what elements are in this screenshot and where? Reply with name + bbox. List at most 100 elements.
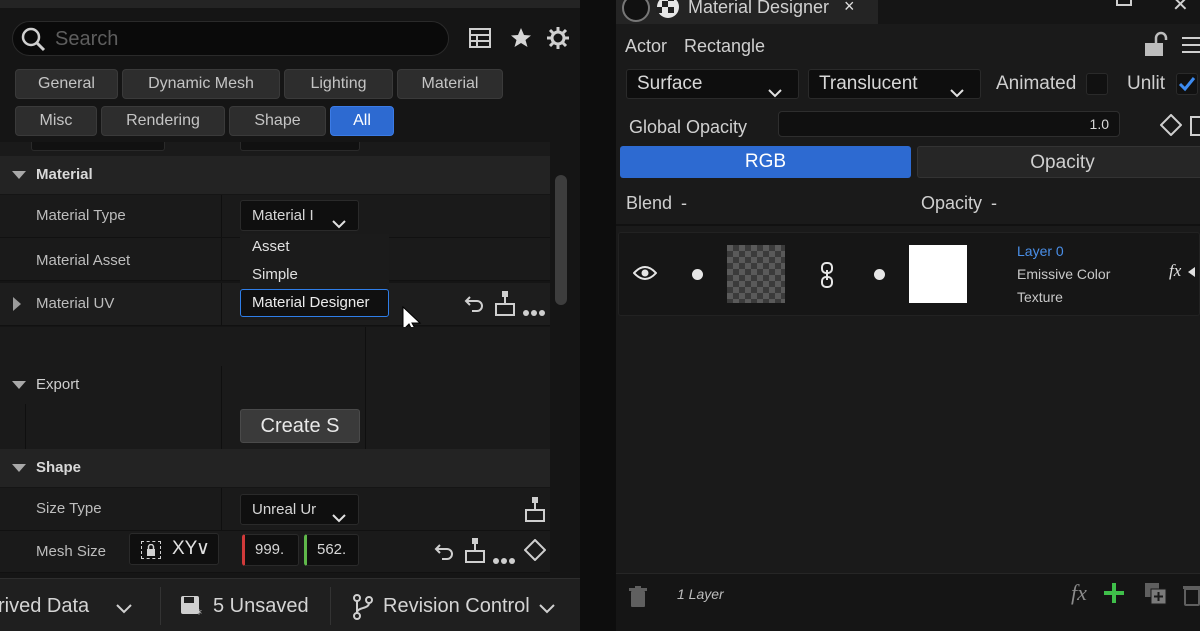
- eye-icon[interactable]: [632, 265, 658, 286]
- chevron-down-icon: [768, 79, 782, 107]
- filter-general[interactable]: General: [15, 69, 118, 99]
- pin-icon[interactable]: [1190, 116, 1200, 136]
- dot-icon[interactable]: [692, 269, 703, 280]
- branch-icon: [352, 594, 374, 625]
- actor-value: Rectangle: [684, 36, 766, 56]
- tab-opacity[interactable]: Opacity: [917, 146, 1200, 178]
- keyframe-diamond-icon[interactable]: [523, 538, 547, 566]
- scrollbar[interactable]: [555, 175, 567, 305]
- material-type-combo[interactable]: Material I: [240, 200, 359, 231]
- global-opacity-slider[interactable]: 1.0: [778, 111, 1120, 137]
- export-section-header[interactable]: Export: [0, 366, 550, 404]
- filter-misc[interactable]: Misc: [15, 106, 97, 136]
- lock-ratio-toggle[interactable]: XY ∨: [129, 533, 219, 565]
- material-section-header[interactable]: Material: [0, 156, 550, 194]
- unlock-icon[interactable]: [1142, 31, 1168, 62]
- tab-title: Material Designer: [688, 0, 830, 17]
- scrolled-row: [0, 142, 550, 156]
- keyframe-diamond-icon[interactable]: [1159, 113, 1183, 141]
- table-icon[interactable]: [468, 26, 492, 55]
- search-box[interactable]: Search: [12, 21, 449, 56]
- chevron-down-icon: [950, 79, 964, 107]
- svg-text:*: *: [196, 607, 202, 619]
- property-label: Size Type: [36, 500, 102, 517]
- shape-section-header[interactable]: Shape: [0, 449, 550, 487]
- opacity-header-value: -: [991, 193, 997, 213]
- layer-footer: 1 Layer fx: [616, 573, 1200, 631]
- blend-header-value: -: [681, 193, 687, 213]
- more-options-icon[interactable]: [492, 552, 516, 570]
- add-effect-button[interactable]: fx: [1071, 580, 1087, 606]
- white-thumbnail[interactable]: [909, 245, 967, 303]
- reset-arrow-icon[interactable]: [434, 542, 454, 565]
- layer-name: Layer 0: [1017, 243, 1064, 259]
- filter-all[interactable]: All: [330, 106, 394, 136]
- pin-icon[interactable]: [524, 496, 546, 527]
- link-icon[interactable]: [819, 261, 835, 294]
- mesh-size-x-input[interactable]: 999.: [242, 534, 299, 566]
- expand-arrow-icon[interactable]: [13, 297, 21, 311]
- star-icon[interactable]: [509, 26, 533, 55]
- animated-label: Animated: [996, 73, 1077, 94]
- collapse-left-icon[interactable]: [1188, 267, 1195, 277]
- surface-combo[interactable]: Surface: [626, 69, 799, 99]
- dropdown-option-asset[interactable]: Asset: [252, 238, 290, 255]
- trash-icon[interactable]: [628, 586, 648, 613]
- property-label: Material UV: [36, 295, 115, 312]
- filter-shape[interactable]: Shape: [229, 106, 326, 136]
- collapse-arrow-icon: [12, 464, 26, 472]
- layer-type: Texture: [1017, 289, 1063, 305]
- tab-rgb[interactable]: RGB: [620, 146, 911, 178]
- effects-button[interactable]: fx: [1169, 261, 1181, 281]
- property-label: Material Type: [36, 207, 126, 224]
- checker-thumbnail[interactable]: [727, 245, 785, 308]
- revision-control-button[interactable]: Revision Control: [383, 595, 530, 618]
- duplicate-layer-icon[interactable]: [1144, 582, 1168, 611]
- property-label: Material Asset: [36, 252, 131, 269]
- actor-label: Actor: [625, 36, 668, 56]
- layer-row[interactable]: Layer 0 Emissive Color Texture fx: [618, 232, 1200, 316]
- filter-rendering[interactable]: Rendering: [101, 106, 225, 136]
- create-static-mesh-button[interactable]: Create S: [240, 409, 360, 443]
- combo-value: Unreal Ur: [252, 501, 317, 518]
- blend-header-label: Blend: [626, 193, 673, 213]
- filter-material[interactable]: Material: [397, 69, 503, 99]
- tab-material-designer[interactable]: Material Designer ×: [616, 0, 878, 24]
- mesh-size-y-input[interactable]: 562.: [304, 534, 359, 566]
- property-label: Mesh Size: [36, 543, 107, 560]
- derived-data-button[interactable]: rived Data: [0, 595, 89, 618]
- pin-icon[interactable]: [494, 290, 516, 321]
- status-bar: rived Data * 5 Unsaved Revision Control: [0, 578, 580, 631]
- filter-dynamic-mesh[interactable]: Dynamic Mesh: [122, 69, 280, 99]
- combo-value: Surface: [637, 73, 703, 94]
- dot-icon[interactable]: [874, 269, 885, 280]
- window-close-icon[interactable]: ✕: [1172, 0, 1189, 17]
- combo-value: Translucent: [819, 73, 918, 94]
- add-layer-icon[interactable]: [1103, 582, 1125, 609]
- size-type-combo[interactable]: Unreal Ur: [240, 494, 359, 525]
- maximize-icon[interactable]: [1116, 0, 1132, 6]
- menu-icon[interactable]: [1182, 35, 1200, 60]
- search-input[interactable]: Search: [55, 28, 118, 51]
- search-icon: [20, 26, 46, 57]
- blend-mode-combo[interactable]: Translucent: [808, 69, 981, 99]
- collapse-arrow-icon: [12, 171, 26, 179]
- pin-icon[interactable]: [464, 537, 486, 568]
- unlit-label: Unlit: [1127, 73, 1166, 94]
- gear-icon[interactable]: [546, 26, 570, 55]
- combo-value: Material I: [252, 207, 314, 224]
- animated-checkbox[interactable]: [1086, 73, 1108, 95]
- chevron-down-icon: [116, 601, 132, 619]
- trash-icon[interactable]: [1182, 584, 1200, 611]
- dropdown-option-material-designer[interactable]: Material Designer: [240, 289, 389, 317]
- filter-lighting[interactable]: Lighting: [284, 69, 393, 99]
- dropdown-option-simple[interactable]: Simple: [252, 266, 298, 283]
- reset-arrow-icon[interactable]: [464, 294, 484, 317]
- unlit-checkbox[interactable]: [1176, 73, 1198, 95]
- layer-channel: Emissive Color: [1017, 266, 1111, 282]
- panel-divider: [580, 0, 616, 631]
- details-panel: Search General Dynamic Mesh Lighting Mat…: [0, 0, 580, 631]
- close-icon[interactable]: ×: [844, 0, 855, 17]
- unsaved-button[interactable]: 5 Unsaved: [213, 595, 309, 618]
- more-options-icon[interactable]: [522, 304, 546, 322]
